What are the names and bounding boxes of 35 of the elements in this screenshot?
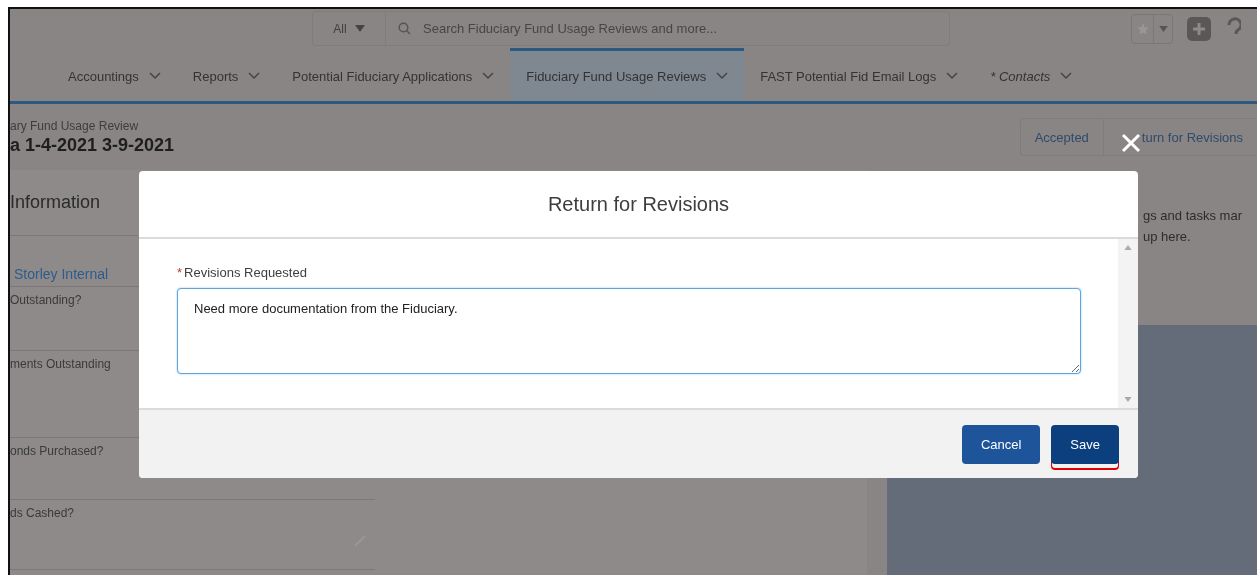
favorites-button[interactable] [1131, 13, 1173, 44]
caret-down-icon[interactable] [1158, 25, 1168, 32]
nav-tab[interactable]: * Contacts [974, 48, 1089, 101]
chevron-down-icon[interactable] [716, 72, 729, 80]
add-icon[interactable] [1187, 16, 1211, 41]
chevron-down-icon[interactable] [482, 72, 495, 80]
chevron-down-icon[interactable] [148, 72, 161, 80]
nav-tab[interactable]: FAST Potential Fid Email Logs [744, 48, 975, 101]
scroll-down-icon[interactable] [1124, 397, 1132, 402]
search-icon [398, 22, 411, 35]
nav-tab[interactable]: Fiduciary Fund Usage Reviews [510, 48, 745, 101]
action-button[interactable]: turn for Revisions [1102, 119, 1257, 155]
nav-tab[interactable]: Accountings [52, 48, 177, 101]
cancel-button[interactable]: Cancel [961, 424, 1041, 464]
nav-tab[interactable]: Reports [176, 48, 277, 101]
field-label: *Revisions Requested [177, 265, 308, 280]
chevron-down-icon[interactable] [248, 72, 261, 80]
chevron-down-icon[interactable] [1060, 72, 1073, 80]
activity-text: up here. [1143, 229, 1192, 244]
revisions-text-area[interactable]: Need more documentation from the Fiduciary. [177, 288, 1081, 374]
nav-tab[interactable]: Potential Fiduciary Applications [276, 48, 511, 101]
chevron-down-icon[interactable] [946, 72, 959, 80]
record-type: ary Fund Usage Review [10, 118, 140, 133]
search-scope-dropdown[interactable]: All [312, 11, 385, 46]
activity-text: gs and tasks mar [1143, 208, 1243, 223]
record-title: a 1-4-2021 3-9-2021 [10, 134, 175, 156]
scrollbar[interactable] [1118, 239, 1138, 408]
search-field[interactable]: Search Fiduciary Fund Usage Reviews and more... [385, 11, 950, 46]
action-button[interactable]: Accepted [1020, 119, 1103, 155]
scroll-up-icon[interactable] [1124, 245, 1132, 250]
close-icon[interactable] [1121, 133, 1141, 153]
field-label: ds Cashed? [10, 500, 375, 570]
section-title: Information [10, 170, 138, 236]
caret-down-icon[interactable] [354, 25, 365, 32]
dialog-title: Return for Revisions [547, 192, 730, 216]
